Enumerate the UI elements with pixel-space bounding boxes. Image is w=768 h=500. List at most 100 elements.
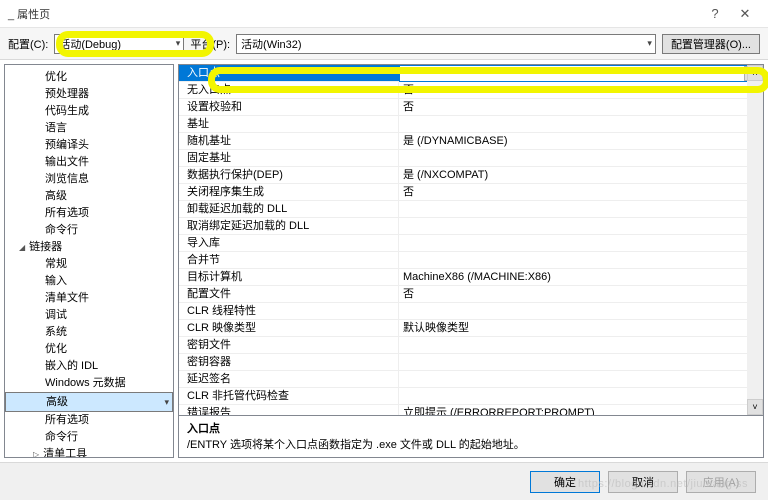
property-row[interactable]: CLR 线程特性 xyxy=(179,303,763,320)
config-label: 配置(C): xyxy=(8,36,48,52)
property-row[interactable]: 延迟签名 xyxy=(179,371,763,388)
prop-value[interactable] xyxy=(399,371,763,387)
prop-value[interactable] xyxy=(399,354,763,370)
prop-key: 卸载延迟加载的 DLL xyxy=(179,201,399,217)
prop-value[interactable] xyxy=(399,201,763,217)
tree-item[interactable]: 优化 xyxy=(5,69,173,86)
tree-item-linker[interactable]: 链接器 xyxy=(5,239,173,256)
tree-item[interactable]: 清单文件 xyxy=(5,290,173,307)
prop-value[interactable] xyxy=(399,252,763,268)
prop-value[interactable] xyxy=(399,337,763,353)
tree-item[interactable]: 嵌入的 IDL xyxy=(5,358,173,375)
prop-key: 密钥文件 xyxy=(179,337,399,353)
body: 优化 预处理器 代码生成 语言 预编译头 输出文件 浏览信息 高级 所有选项 命… xyxy=(0,60,768,462)
prop-value[interactable] xyxy=(399,218,763,234)
prop-value[interactable] xyxy=(399,303,763,319)
prop-value[interactable]: 是 (/DYNAMICBASE) xyxy=(399,133,763,149)
tree-item[interactable]: 系统 xyxy=(5,324,173,341)
close-button[interactable]: ✕ xyxy=(730,6,760,22)
tree-item[interactable]: Windows 元数据 xyxy=(5,375,173,392)
property-row[interactable]: 随机基址是 (/DYNAMICBASE) xyxy=(179,133,763,150)
property-row[interactable]: 目标计算机MachineX86 (/MACHINE:X86) xyxy=(179,269,763,286)
property-row[interactable]: 错误报告立即提示 (/ERRORREPORT:PROMPT) xyxy=(179,405,763,416)
prop-key: 设置校验和 xyxy=(179,99,399,115)
prop-value[interactable]: 否 xyxy=(399,184,763,200)
tree-item[interactable]: 输出文件 xyxy=(5,154,173,171)
property-row[interactable]: 基址 xyxy=(179,116,763,133)
tree-item[interactable]: 所有选项 xyxy=(5,412,173,429)
tree-item[interactable]: 高级 xyxy=(5,188,173,205)
property-row[interactable]: 入口点 xyxy=(179,65,763,82)
prop-value[interactable] xyxy=(399,150,763,166)
prop-key: 导入库 xyxy=(179,235,399,251)
tree-item[interactable]: 浏览信息 xyxy=(5,171,173,188)
tree-item[interactable]: 语言 xyxy=(5,120,173,137)
property-row[interactable]: 固定基址 xyxy=(179,150,763,167)
nav-tree[interactable]: 优化 预处理器 代码生成 语言 预编译头 输出文件 浏览信息 高级 所有选项 命… xyxy=(4,64,174,458)
property-row[interactable]: CLR 映像类型默认映像类型 xyxy=(179,320,763,337)
tree-item[interactable]: 命令行 xyxy=(5,222,173,239)
prop-value[interactable] xyxy=(399,235,763,251)
prop-value[interactable]: 否 xyxy=(399,82,763,98)
tree-item[interactable]: 调试 xyxy=(5,307,173,324)
desc-text: /ENTRY 选项将某个入口点函数指定为 .exe 文件或 DLL 的起始地址。 xyxy=(187,439,525,451)
tree-item[interactable]: 常规 xyxy=(5,256,173,273)
tree-item[interactable]: 所有选项 xyxy=(5,205,173,222)
prop-key: CLR 线程特性 xyxy=(179,303,399,319)
prop-key: 随机基址 xyxy=(179,133,399,149)
prop-value[interactable] xyxy=(399,388,763,404)
property-page-window: _ 属性页 ? ✕ 配置(C): 活动(Debug) 平台(P): 活动(Win… xyxy=(0,0,768,500)
property-row[interactable]: 导入库 xyxy=(179,235,763,252)
tree-item-advanced[interactable]: 高级 xyxy=(5,392,173,412)
prop-value[interactable]: 是 (/NXCOMPAT) xyxy=(399,167,763,183)
platform-dropdown[interactable]: 活动(Win32) xyxy=(236,34,656,54)
prop-value[interactable]: 否 xyxy=(399,99,763,115)
property-row[interactable]: 卸载延迟加载的 DLL xyxy=(179,201,763,218)
prop-key: 基址 xyxy=(179,116,399,132)
tree-item[interactable]: 优化 xyxy=(5,341,173,358)
right-pane: 入口点无入口点否设置校验和否基址随机基址是 (/DYNAMICBASE)固定基址… xyxy=(178,64,764,458)
prop-value[interactable]: 默认映像类型 xyxy=(399,320,763,336)
tree-item[interactable]: 预编译头 xyxy=(5,137,173,154)
prop-key: 数据执行保护(DEP) xyxy=(179,167,399,183)
property-row[interactable]: 合并节 xyxy=(179,252,763,269)
property-row[interactable]: 密钥容器 xyxy=(179,354,763,371)
property-row[interactable]: 取消绑定延迟加载的 DLL xyxy=(179,218,763,235)
tree-item-manifest[interactable]: 清单工具 xyxy=(5,446,173,458)
prop-key: 目标计算机 xyxy=(179,269,399,285)
prop-value[interactable]: 否 xyxy=(399,286,763,302)
property-grid[interactable]: 入口点无入口点否设置校验和否基址随机基址是 (/DYNAMICBASE)固定基址… xyxy=(178,64,764,416)
scrollbar[interactable]: ˄ ˅ xyxy=(747,65,763,415)
tree-item[interactable]: 预处理器 xyxy=(5,86,173,103)
scroll-up-icon[interactable]: ˄ xyxy=(747,65,763,81)
prop-key: 关闭程序集生成 xyxy=(179,184,399,200)
prop-value[interactable] xyxy=(399,116,763,132)
tree-item[interactable]: 输入 xyxy=(5,273,173,290)
prop-key: 无入口点 xyxy=(179,82,399,98)
property-row[interactable]: CLR 非托管代码检查 xyxy=(179,388,763,405)
config-manager-button[interactable]: 配置管理器(O)... xyxy=(662,34,760,54)
prop-key: 错误报告 xyxy=(179,405,399,416)
config-dropdown[interactable]: 活动(Debug) xyxy=(54,34,184,54)
tree-item[interactable]: 命令行 xyxy=(5,429,173,446)
prop-value[interactable] xyxy=(399,65,763,82)
prop-key: CLR 映像类型 xyxy=(179,320,399,336)
help-button[interactable]: ? xyxy=(700,6,730,21)
prop-key: 合并节 xyxy=(179,252,399,268)
tree-item[interactable]: 代码生成 xyxy=(5,103,173,120)
property-row[interactable]: 设置校验和否 xyxy=(179,99,763,116)
prop-key: 取消绑定延迟加载的 DLL xyxy=(179,218,399,234)
property-row[interactable]: 密钥文件 xyxy=(179,337,763,354)
platform-label: 平台(P): xyxy=(190,36,230,52)
property-row[interactable]: 关闭程序集生成否 xyxy=(179,184,763,201)
watermark: https://blog.csdn.net/jiuniang.ss xyxy=(578,478,748,490)
property-row[interactable]: 数据执行保护(DEP)是 (/NXCOMPAT) xyxy=(179,167,763,184)
prop-value[interactable]: MachineX86 (/MACHINE:X86) xyxy=(399,269,763,285)
prop-key: 固定基址 xyxy=(179,150,399,166)
prop-value[interactable]: 立即提示 (/ERRORREPORT:PROMPT) xyxy=(399,405,763,416)
property-row[interactable]: 配置文件否 xyxy=(179,286,763,303)
property-row[interactable]: 无入口点否 xyxy=(179,82,763,99)
footer: https://blog.csdn.net/jiuniang.ss 确定 取消 … xyxy=(0,462,768,500)
prop-key: 配置文件 xyxy=(179,286,399,302)
scroll-down-icon[interactable]: ˅ xyxy=(747,399,763,415)
